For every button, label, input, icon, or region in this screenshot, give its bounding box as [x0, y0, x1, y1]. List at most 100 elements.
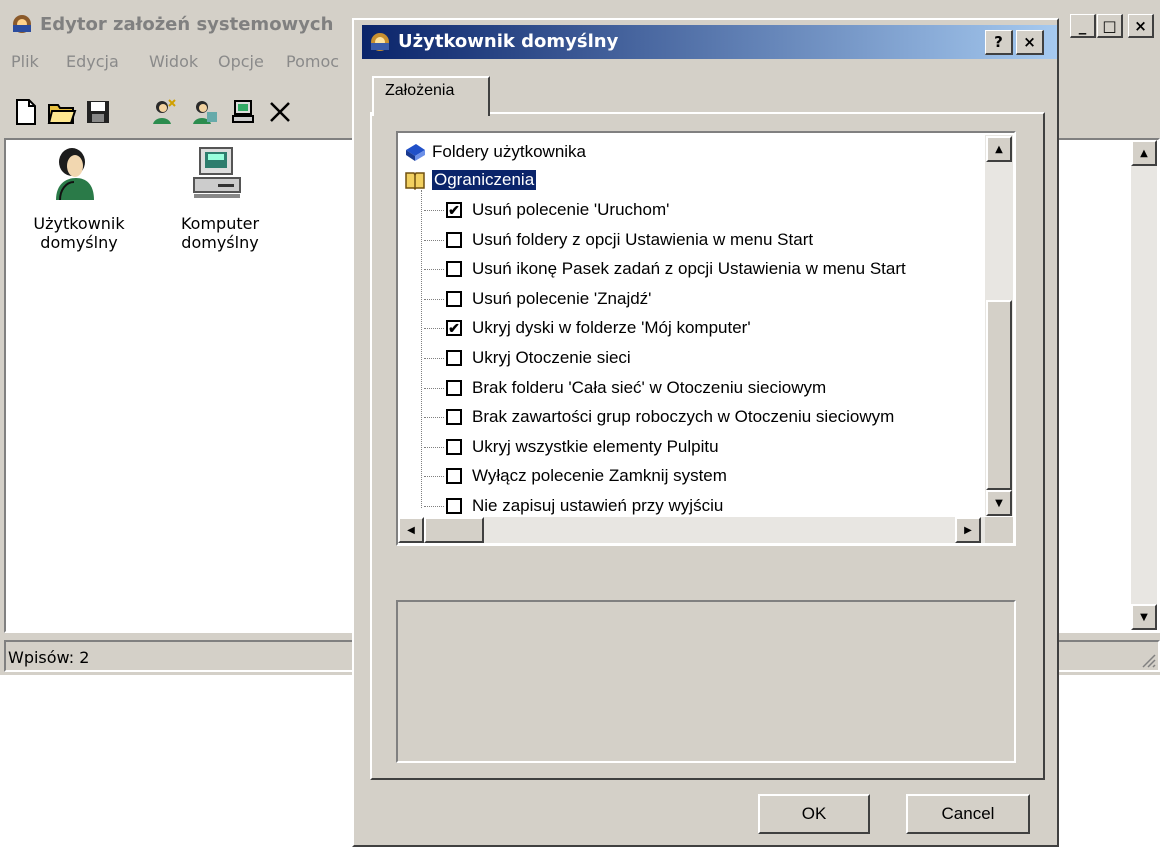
status-count: Wpisów: 2 [8, 648, 90, 667]
policy-checkbox[interactable] [446, 468, 462, 485]
policy-item[interactable]: ✔ Ukryj dyski w folderze 'Mój komputer' [446, 313, 751, 343]
computer-icon[interactable] [188, 146, 248, 200]
open-button[interactable] [46, 95, 78, 129]
tree-horizontal-scrollbar[interactable] [398, 517, 985, 543]
close-icon: × [1134, 16, 1147, 35]
menu-edycja[interactable]: Edycja [66, 52, 119, 71]
dialog-app-icon [368, 31, 392, 53]
tree-hscroll-thumb[interactable] [424, 517, 484, 543]
policy-label: Usuń polecenie 'Uruchom' [472, 200, 670, 219]
tree-connector-branch [424, 239, 444, 241]
computer-default-label: Komputer domyślny [180, 214, 260, 252]
tree-connector-branch [424, 417, 444, 419]
policy-item[interactable]: Brak zawartości grup roboczych w Otoczen… [446, 402, 894, 432]
delete-button[interactable] [264, 95, 296, 129]
tree-connector-branch [424, 298, 444, 300]
tree-connector-branch [424, 446, 444, 448]
tab-label: Założenia [385, 82, 455, 99]
policy-description-box [396, 600, 1016, 763]
delete-icon [270, 102, 290, 122]
policy-item[interactable]: Ukryj wszystkie elementy Pulpitu [446, 432, 719, 462]
user-icon[interactable] [44, 146, 104, 201]
menu-opcje[interactable]: Opcje [218, 52, 264, 71]
scroll-corner [985, 517, 1013, 543]
open-book-icon [405, 172, 425, 190]
tree-scroll-down-button[interactable]: ▼ [986, 490, 1012, 516]
tree-node-restrictions-label: Ograniczenia [432, 170, 537, 190]
policy-checkbox[interactable] [446, 379, 462, 396]
policy-checkbox[interactable]: ✔ [446, 320, 462, 337]
policy-item[interactable]: Ukryj Otoczenie sieci [446, 343, 631, 373]
tree-scroll-thumb[interactable] [986, 300, 1012, 490]
resize-grip-icon[interactable] [1138, 650, 1156, 668]
computer-icon [232, 100, 254, 123]
policy-item[interactable]: Wyłącz polecenie Zamknij system [446, 461, 727, 491]
menu-plik[interactable]: Plik [11, 52, 39, 71]
tree-node-folders-label: Foldery użytkownika [432, 142, 587, 161]
policy-checkbox[interactable] [446, 438, 462, 455]
policy-label: Ukryj Otoczenie sieci [472, 348, 631, 367]
dialog-title: Użytkownik domyślny [398, 31, 619, 52]
policy-item[interactable]: ✔ Usuń polecenie 'Uruchom' [446, 195, 669, 225]
close-icon: × [1023, 33, 1036, 51]
tree-node-folders[interactable]: Foldery użytkownika [404, 137, 586, 167]
add-users-button[interactable] [148, 95, 180, 129]
policy-label: Usuń polecenie 'Znajdź' [472, 288, 652, 308]
policy-tree[interactable]: Foldery użytkownika Ograniczenia ✔ Usuń p… [396, 131, 1016, 546]
save-icon [87, 101, 109, 123]
tree-scroll-left-button[interactable]: ◀ [398, 517, 424, 543]
minimize-button[interactable]: _ [1070, 14, 1096, 38]
policy-label: Ukryj wszystkie elementy Pulpitu [472, 436, 719, 456]
policy-label: Ukryj dyski w folderze 'Mój komputer' [472, 318, 751, 338]
maximize-icon: □ [1102, 16, 1117, 35]
policy-checkbox[interactable]: ✔ [446, 202, 462, 218]
ok-label: OK [801, 804, 827, 823]
add-users-icon [153, 99, 176, 124]
add-computers-button[interactable] [188, 95, 220, 129]
user-default-label: Użytkownik domyślny [33, 214, 125, 252]
cancel-label: Cancel [941, 804, 995, 823]
main-scroll-up-button[interactable]: ▲ [1131, 140, 1157, 166]
policy-item[interactable]: Usuń polecenie 'Znajdź' [446, 284, 651, 314]
book-icon [406, 144, 425, 161]
menu-pomoc[interactable]: Pomoc [286, 52, 339, 71]
new-file-icon [16, 99, 36, 125]
save-button[interactable] [82, 95, 114, 129]
tree-scroll-up-button[interactable]: ▲ [986, 136, 1012, 162]
policy-list[interactable] [4, 138, 364, 633]
cancel-button[interactable]: Cancel [906, 794, 1030, 834]
help-button[interactable]: ? [985, 30, 1013, 55]
policy-label: Usuń ikonę Pasek zadań z opcji Ustawieni… [472, 259, 906, 279]
tree-connector [421, 190, 422, 508]
toolbar [10, 95, 350, 135]
policy-item[interactable]: Usuń foldery z opcji Ustawienia w menu S… [446, 225, 813, 255]
policy-label: Usuń foldery z opcji Ustawienia w menu S… [472, 229, 814, 249]
policy-checkbox[interactable] [446, 350, 462, 366]
policy-checkbox[interactable] [446, 409, 462, 426]
main-window-title: Edytor założeń systemowych [40, 14, 334, 35]
maximize-button[interactable]: □ [1097, 14, 1123, 38]
add-computers-icon [193, 101, 217, 124]
policy-label: Nie zapisuj ustawień przy wyjściu [472, 496, 724, 515]
main-vertical-scrollbar[interactable] [1131, 140, 1157, 630]
main-close-button[interactable]: × [1128, 14, 1154, 38]
tree-scroll-right-button[interactable]: ▶ [955, 517, 981, 543]
policy-checkbox[interactable] [446, 231, 462, 248]
minimize-icon: _ [1078, 16, 1087, 35]
app-icon [10, 13, 34, 35]
new-file-button[interactable] [10, 95, 42, 129]
ok-button[interactable]: OK [758, 794, 870, 834]
help-icon: ? [994, 33, 1003, 51]
main-scroll-down-button[interactable]: ▼ [1131, 604, 1157, 630]
add-computer-button[interactable] [228, 95, 260, 129]
policy-item[interactable]: Brak folderu 'Cała sieć' w Otoczeniu sie… [446, 373, 826, 403]
tree-connector-branch [424, 506, 444, 507]
policy-checkbox[interactable] [446, 261, 462, 278]
menu-widok[interactable]: Widok [149, 52, 198, 71]
tree-node-restrictions[interactable]: Ograniczenia [404, 165, 537, 195]
tree-connector-branch [424, 269, 444, 271]
policy-checkbox[interactable] [446, 290, 462, 307]
policy-checkbox[interactable] [446, 498, 462, 514]
dialog-close-button[interactable]: × [1016, 30, 1044, 55]
policy-item[interactable]: Usuń ikonę Pasek zadań z opcji Ustawieni… [446, 254, 906, 284]
